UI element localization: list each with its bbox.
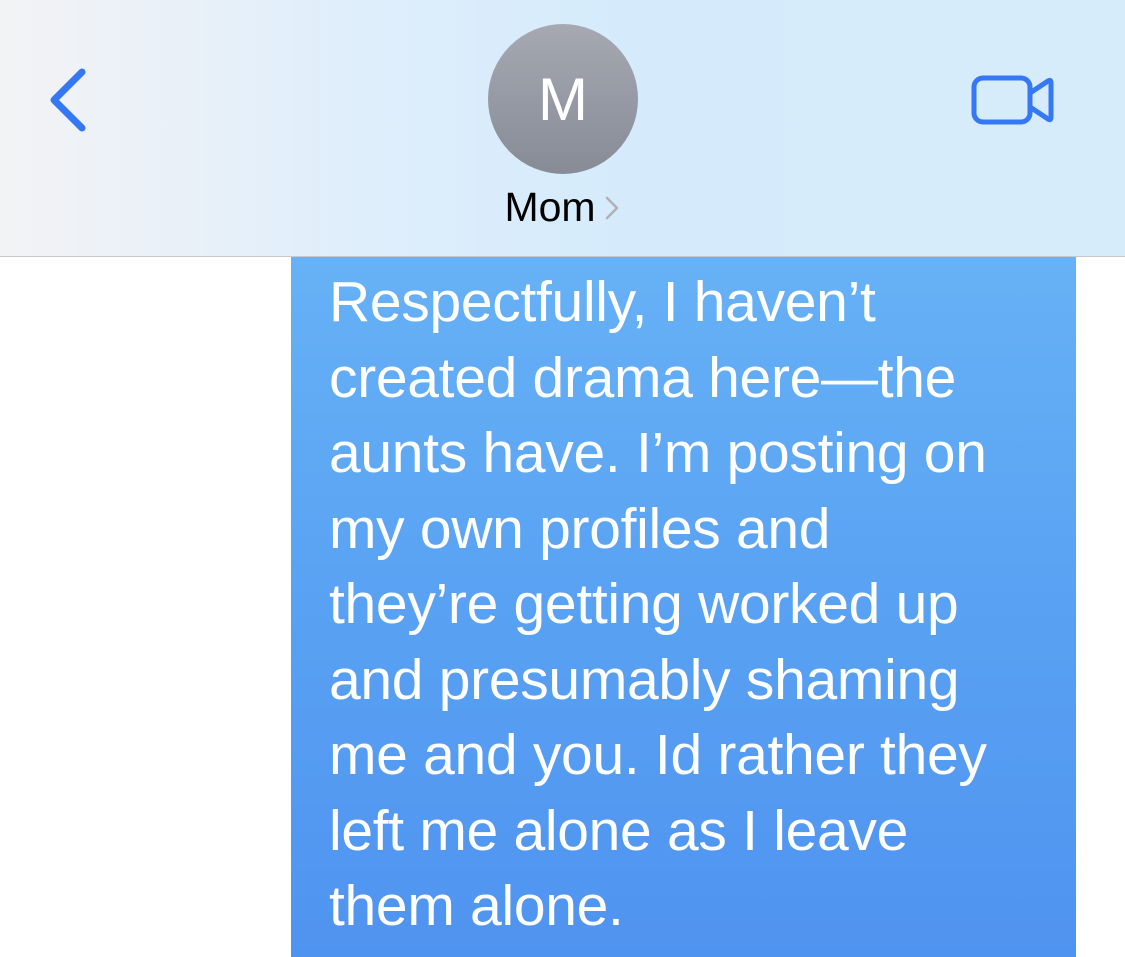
chevron-left-icon bbox=[40, 60, 100, 140]
contact-name-row: Mom bbox=[462, 184, 662, 231]
contact-info-button[interactable]: M Mom bbox=[462, 24, 662, 234]
message-text: Respectfully, I haven’t created drama he… bbox=[329, 270, 987, 938]
facetime-video-button[interactable] bbox=[968, 68, 1058, 132]
conversation-header: M Mom bbox=[0, 0, 1125, 257]
outgoing-message-bubble[interactable]: Respectfully, I haven’t created drama he… bbox=[291, 257, 1076, 957]
contact-name: Mom bbox=[504, 184, 596, 230]
back-button[interactable] bbox=[40, 60, 100, 140]
avatar: M bbox=[488, 24, 638, 174]
avatar-initial: M bbox=[538, 65, 588, 133]
chevron-right-icon bbox=[604, 194, 620, 222]
video-camera-icon bbox=[968, 68, 1058, 132]
